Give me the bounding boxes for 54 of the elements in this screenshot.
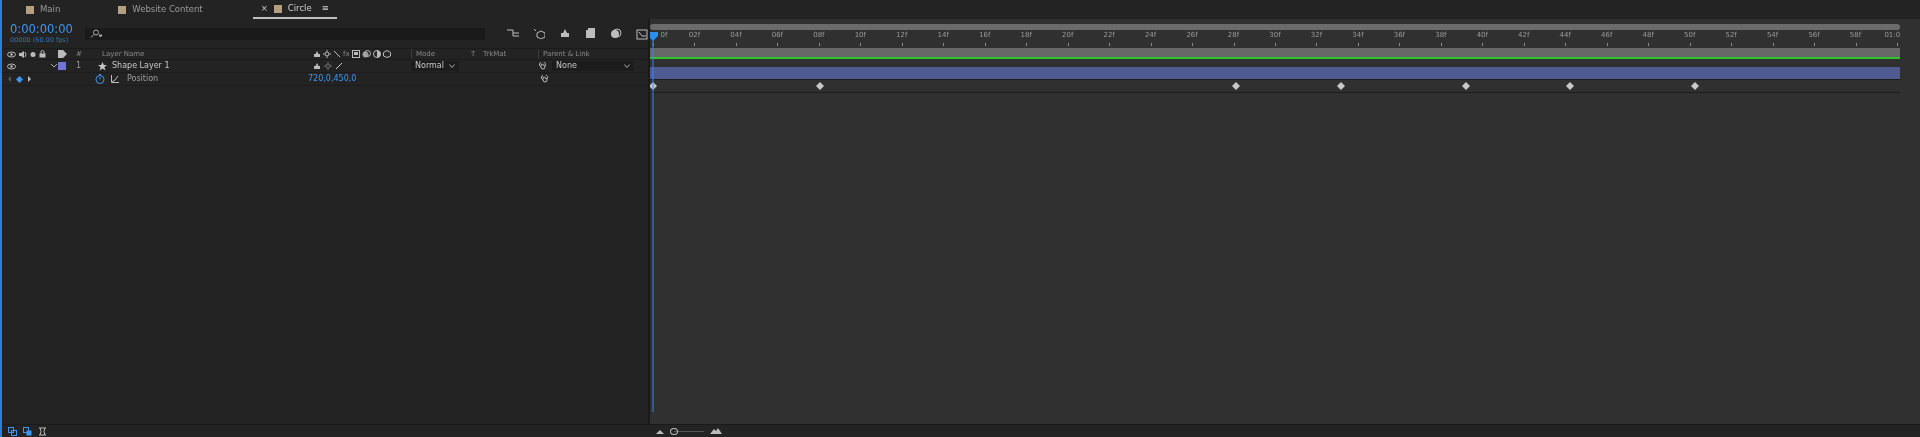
search-icon: [88, 29, 103, 38]
cube-icon[interactable]: [533, 27, 545, 39]
modes-switch-icon[interactable]: [23, 426, 32, 436]
speaker-icon[interactable]: [19, 50, 27, 58]
hierarchy-icon[interactable]: [507, 27, 519, 38]
caret-icon: [449, 64, 455, 68]
panel-tab[interactable]: Website Content: [110, 0, 211, 19]
zoom-out-icon[interactable]: [656, 428, 664, 434]
keyframe[interactable]: [1565, 82, 1574, 90]
playhead[interactable]: [650, 32, 658, 412]
panel-tab[interactable]: Main: [18, 0, 69, 19]
layer-number: 1: [76, 60, 82, 72]
graph-icon[interactable]: [111, 75, 119, 83]
close-icon[interactable]: ×: [260, 2, 268, 15]
keyframe[interactable]: [1336, 82, 1345, 90]
stopwatch-icon[interactable]: [95, 74, 105, 84]
timecode[interactable]: 0:00:00:00: [10, 23, 75, 35]
frame-icon[interactable]: [351, 50, 360, 58]
motion-blur-icon[interactable]: [610, 27, 622, 39]
mode-dropdown[interactable]: Normal: [411, 61, 459, 71]
zoom-in-icon[interactable]: [710, 428, 722, 434]
shy-icon[interactable]: [559, 27, 571, 38]
keyframe[interactable]: [1690, 82, 1699, 90]
motion-blur-icon[interactable]: [361, 50, 371, 58]
pick-whip-icon[interactable]: [540, 75, 548, 83]
layers-switch-icon[interactable]: [8, 426, 17, 436]
pick-whip-icon[interactable]: [538, 62, 546, 70]
menu-icon[interactable]: ≡: [321, 2, 329, 15]
render-time-icon[interactable]: [38, 426, 47, 436]
keyframe[interactable]: [815, 82, 824, 90]
property-value[interactable]: 720,0,450,0: [308, 73, 357, 85]
eye-icon[interactable]: [7, 50, 16, 58]
shy-icon[interactable]: [313, 62, 321, 70]
eye-icon[interactable]: [7, 62, 16, 70]
graph-editor-icon[interactable]: [636, 27, 648, 40]
label-icon[interactable]: [58, 50, 67, 58]
parent-dropdown[interactable]: None: [552, 61, 634, 71]
sun-icon[interactable]: [324, 62, 332, 70]
keyframe[interactable]: [1461, 82, 1470, 90]
next-keyframe-icon[interactable]: [27, 76, 32, 82]
caret-icon: [624, 64, 630, 68]
star-icon: [98, 61, 107, 71]
sun-icon[interactable]: [323, 50, 331, 58]
cube-icon[interactable]: [382, 50, 391, 58]
solo-icon[interactable]: [30, 50, 36, 58]
search-field[interactable]: [84, 27, 485, 40]
layer-name[interactable]: Shape Layer 1: [112, 60, 170, 72]
keyframe[interactable]: [1232, 82, 1241, 90]
property-name: Position: [127, 73, 159, 85]
shy-icon[interactable]: [313, 50, 321, 58]
adjustment-icon[interactable]: [372, 50, 381, 58]
keyframe-icon[interactable]: [16, 75, 23, 83]
label-color-swatch[interactable]: [58, 62, 66, 70]
lock-icon[interactable]: [39, 50, 46, 58]
